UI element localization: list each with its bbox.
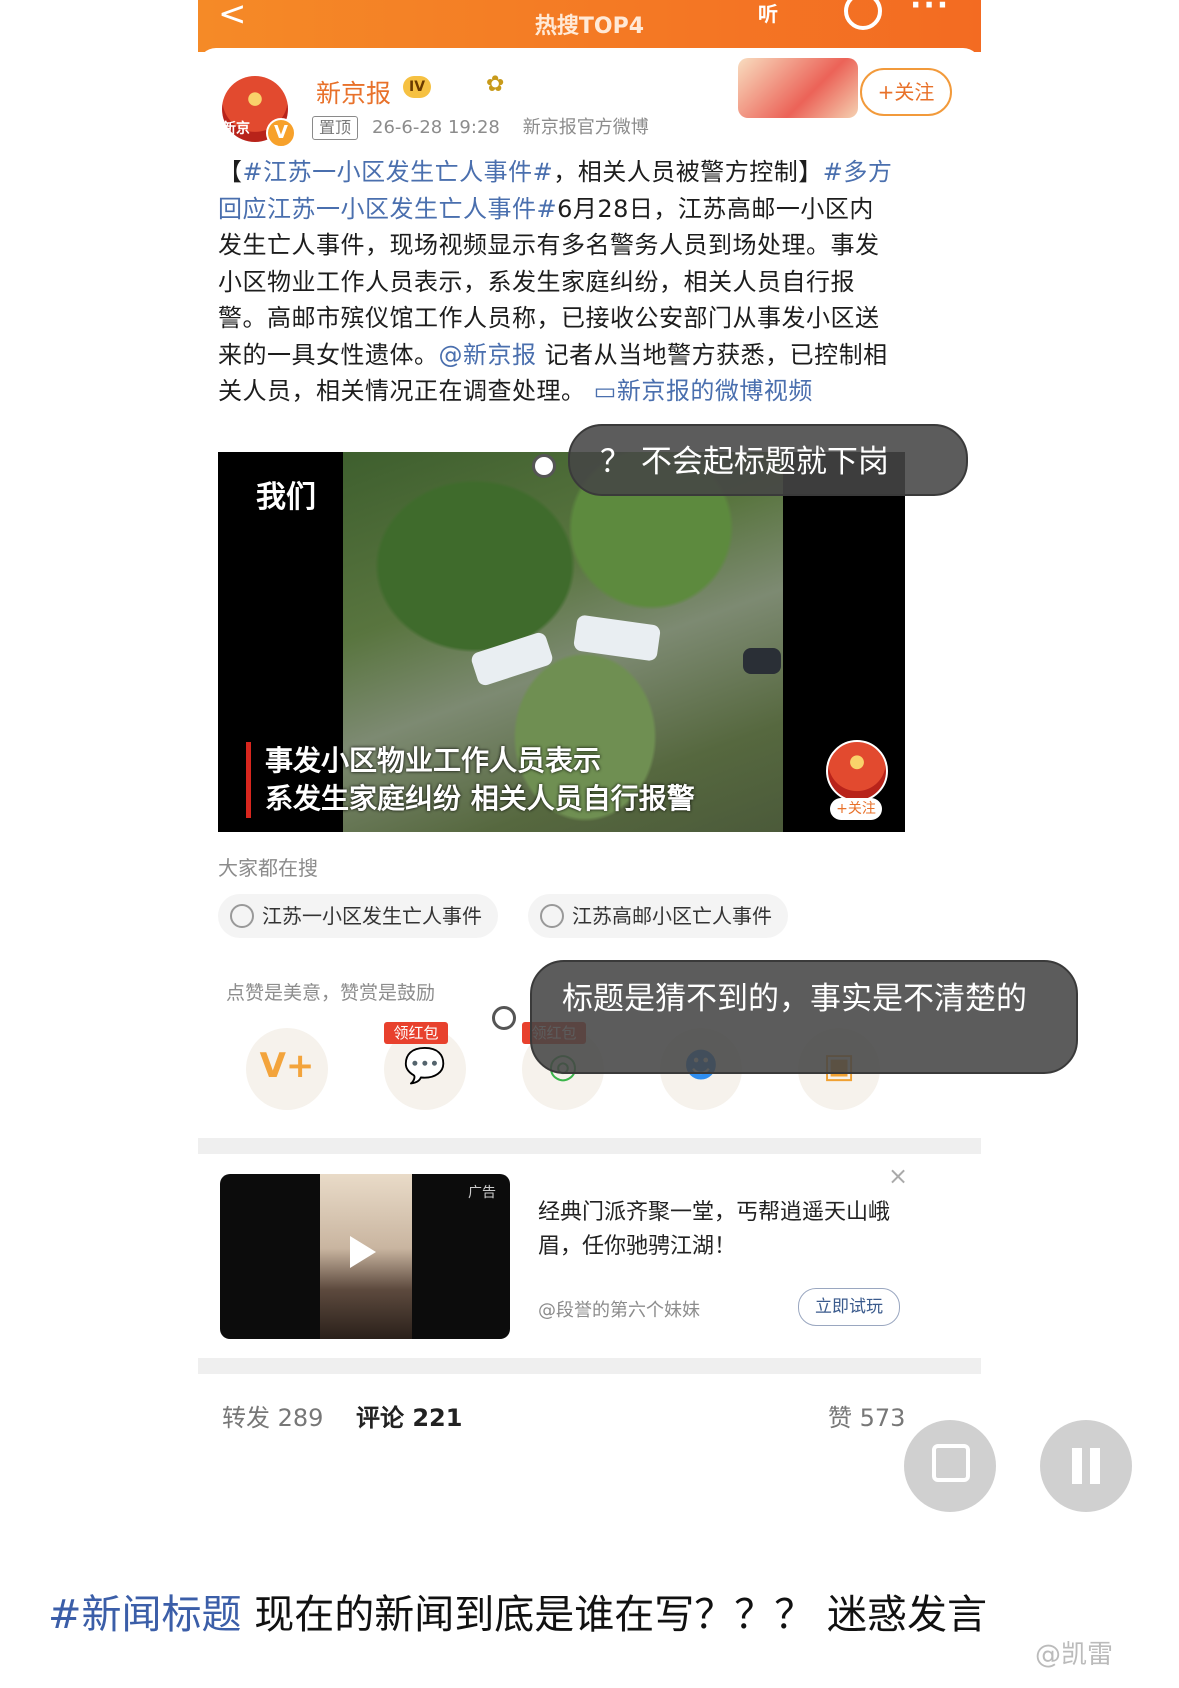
- comment-count[interactable]: 评论 221: [356, 1398, 462, 1433]
- post-bracket: 【: [218, 158, 243, 186]
- video-link-label: 新京报的微博视频: [616, 377, 813, 405]
- video-watermark: 我们: [256, 480, 316, 515]
- search-chip[interactable]: 江苏一小区发生亡人事件: [218, 894, 498, 938]
- reward-hint: 点赞是美意，赞赏是鼓励: [226, 982, 436, 1004]
- hashtag-link[interactable]: #江苏一小区发生亡人事件#: [243, 158, 554, 186]
- sunflower-icon: ✿: [486, 72, 505, 97]
- caption-line: 事发小区物业工作人员表示: [265, 744, 602, 777]
- hashtag-link[interactable]: #新闻标题: [48, 1592, 242, 1638]
- screen-search-button[interactable]: [904, 1420, 996, 1512]
- pause-icon: [1090, 1448, 1100, 1484]
- video-link[interactable]: ▭新京报的微博视频: [594, 377, 813, 405]
- like-count[interactable]: 赞 573: [828, 1398, 905, 1433]
- mention-link[interactable]: @新京报: [439, 341, 537, 369]
- video-avatar[interactable]: [826, 740, 888, 802]
- ad-tag: 广告: [468, 1185, 496, 1201]
- ad-text[interactable]: 经典门派齐聚一堂，丐帮逍遥天山峨眉，任你驰骋江湖！: [538, 1196, 898, 1264]
- header-decoration: [738, 58, 858, 118]
- top-bar: < 热搜TOP4 听 ···: [198, 0, 981, 52]
- wechat-share-button[interactable]: 领红包 💬: [384, 1022, 466, 1110]
- comment-bubble: ？ 不会起标题就下岗: [568, 424, 968, 496]
- scan-icon: [932, 1444, 970, 1482]
- repost-count[interactable]: 转发 289: [222, 1398, 323, 1433]
- avatar-text: 新京: [222, 121, 250, 137]
- post-source: 新京报官方微博: [522, 117, 649, 138]
- red-packet-badge: 领红包: [384, 1022, 448, 1044]
- weibo-screenshot: < 热搜TOP4 听 ··· 新京 V 新京报 IV ✿ 置顶 26-6-28 …: [198, 0, 981, 1545]
- bubble-anchor[interactable]: [492, 1006, 516, 1030]
- level-badge: IV: [403, 76, 432, 98]
- video-follow-button[interactable]: +关注: [830, 798, 882, 820]
- ad-author[interactable]: @段誉的第六个妹妹: [538, 1296, 700, 1322]
- verified-icon: V: [266, 118, 296, 148]
- listen-button[interactable]: 听: [758, 0, 778, 27]
- video-player[interactable]: 我们 事发小区物业工作人员表示 系发生家庭纠纷 相关人员自行报警 +关注: [218, 452, 905, 832]
- search-chip-label: 江苏一小区发生亡人事件: [262, 904, 482, 928]
- ad-thumbnail[interactable]: 广告: [220, 1174, 510, 1339]
- wechat-icon: 💬: [403, 1046, 447, 1086]
- divider: [198, 1358, 981, 1374]
- search-chip-label: 江苏高邮小区亡人事件: [572, 904, 772, 928]
- more-icon[interactable]: ···: [910, 0, 950, 23]
- search-section-label: 大家都在搜: [218, 856, 318, 880]
- caption-line: 系发生家庭纠纷 相关人员自行报警: [265, 782, 695, 815]
- pinned-badge: 置顶: [312, 116, 359, 140]
- search-icon: [540, 904, 564, 928]
- bubble-anchor[interactable]: [532, 454, 556, 478]
- weibo-watermark: @凯雷: [1035, 1640, 1114, 1670]
- post-lead: ，相关人员被警方控制】: [553, 158, 823, 186]
- close-icon[interactable]: ×: [888, 1162, 908, 1190]
- pause-icon: [1072, 1448, 1082, 1484]
- post-meta: 26-6-28 19:28 新京报官方微博: [372, 116, 649, 140]
- post-card: 新京 V 新京报 IV ✿ 置顶 26-6-28 19:28 新京报官方微博 +…: [198, 48, 981, 1545]
- follow-button[interactable]: +关注: [860, 68, 952, 116]
- divider: [198, 1138, 981, 1154]
- post-text: 【#江苏一小区发生亡人事件#，相关人员被警方控制】#多方回应江苏一小区发生亡人事…: [218, 154, 898, 410]
- search-icon: [230, 904, 254, 928]
- caption-text: #新闻标题 现在的新闻到底是谁在写？？？ 迷惑发言: [48, 1582, 987, 1640]
- pause-button[interactable]: [1040, 1420, 1132, 1512]
- v-plus-button[interactable]: V+: [246, 1028, 328, 1110]
- play-icon: [350, 1236, 376, 1268]
- post-time: 26-6-28 19:28: [372, 117, 500, 138]
- comment-bubble: 标题是猜不到的，事实是不清楚的: [530, 960, 1078, 1074]
- search-chip[interactable]: 江苏高邮小区亡人事件: [528, 894, 788, 938]
- account-name[interactable]: 新京报: [316, 74, 391, 110]
- video-icon: ▭: [593, 377, 617, 405]
- caption-body: 现在的新闻到底是谁在写？？？ 迷惑发言: [241, 1592, 987, 1638]
- video-caption: 事发小区物业工作人员表示 系发生家庭纠纷 相关人员自行报警: [246, 742, 695, 818]
- v-plus-icon: V+: [259, 1046, 315, 1086]
- ad-try-button[interactable]: 立即试玩: [798, 1288, 900, 1326]
